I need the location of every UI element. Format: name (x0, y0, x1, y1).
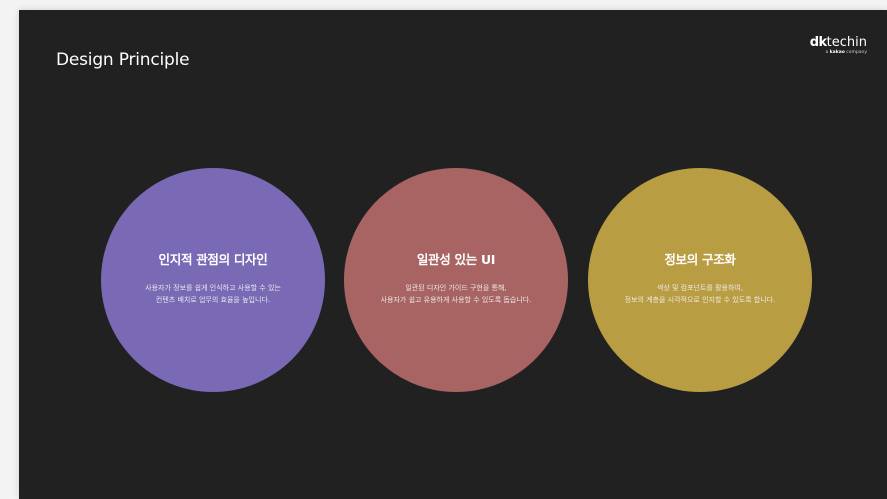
principle-description-line: 컨텐츠 배치로 업무의 효율을 높입니다. (155, 295, 271, 304)
principle-description-line: 일관된 디자인 가이드 구현을 통해, (405, 283, 507, 292)
principle-description-line: 색상 및 컴포넌트를 활용하여, (656, 283, 744, 292)
principle-title: 일관성 있는 UI (416, 251, 496, 267)
logo-dk: dk (809, 35, 827, 50)
principle-circle-structure: 정보의 구조화 색상 및 컴포넌트를 활용하여, 정보의 계층을 시각적으로 인… (588, 168, 812, 392)
principle-circle-cognitive: 인지적 관점의 디자인 사용자가 정보를 쉽게 인식하고 사용할 수 있는 컨텐… (101, 168, 325, 392)
logo-tagline-suffix: company (844, 50, 867, 55)
principle-description-line: 사용자가 쉽고 유용하게 사용할 수 있도록 돕습니다. (380, 295, 532, 304)
dktechin-logo: dktechin a kakao company (810, 36, 867, 56)
principle-description-line: 정보의 계층을 시각적으로 인지할 수 있도록 합니다. (624, 295, 776, 304)
logo-tagline: a kakao company (810, 50, 867, 56)
presentation-slide: Design Principle dktechin a kakao compan… (19, 10, 887, 499)
principle-title: 정보의 구조화 (664, 251, 736, 267)
principle-title: 인지적 관점의 디자인 (158, 251, 268, 267)
logo-wordmark: dktechin (810, 36, 867, 50)
principle-circle-consistent-ui: 일관성 있는 UI 일관된 디자인 가이드 구현을 통해, 사용자가 쉽고 유용… (344, 168, 568, 392)
logo-techin: techin (826, 35, 867, 50)
principle-description-line: 사용자가 정보를 쉽게 인식하고 사용할 수 있는 (145, 283, 281, 292)
slide-title: Design Principle (56, 50, 190, 70)
logo-tagline-kakao: kakao (829, 50, 845, 55)
